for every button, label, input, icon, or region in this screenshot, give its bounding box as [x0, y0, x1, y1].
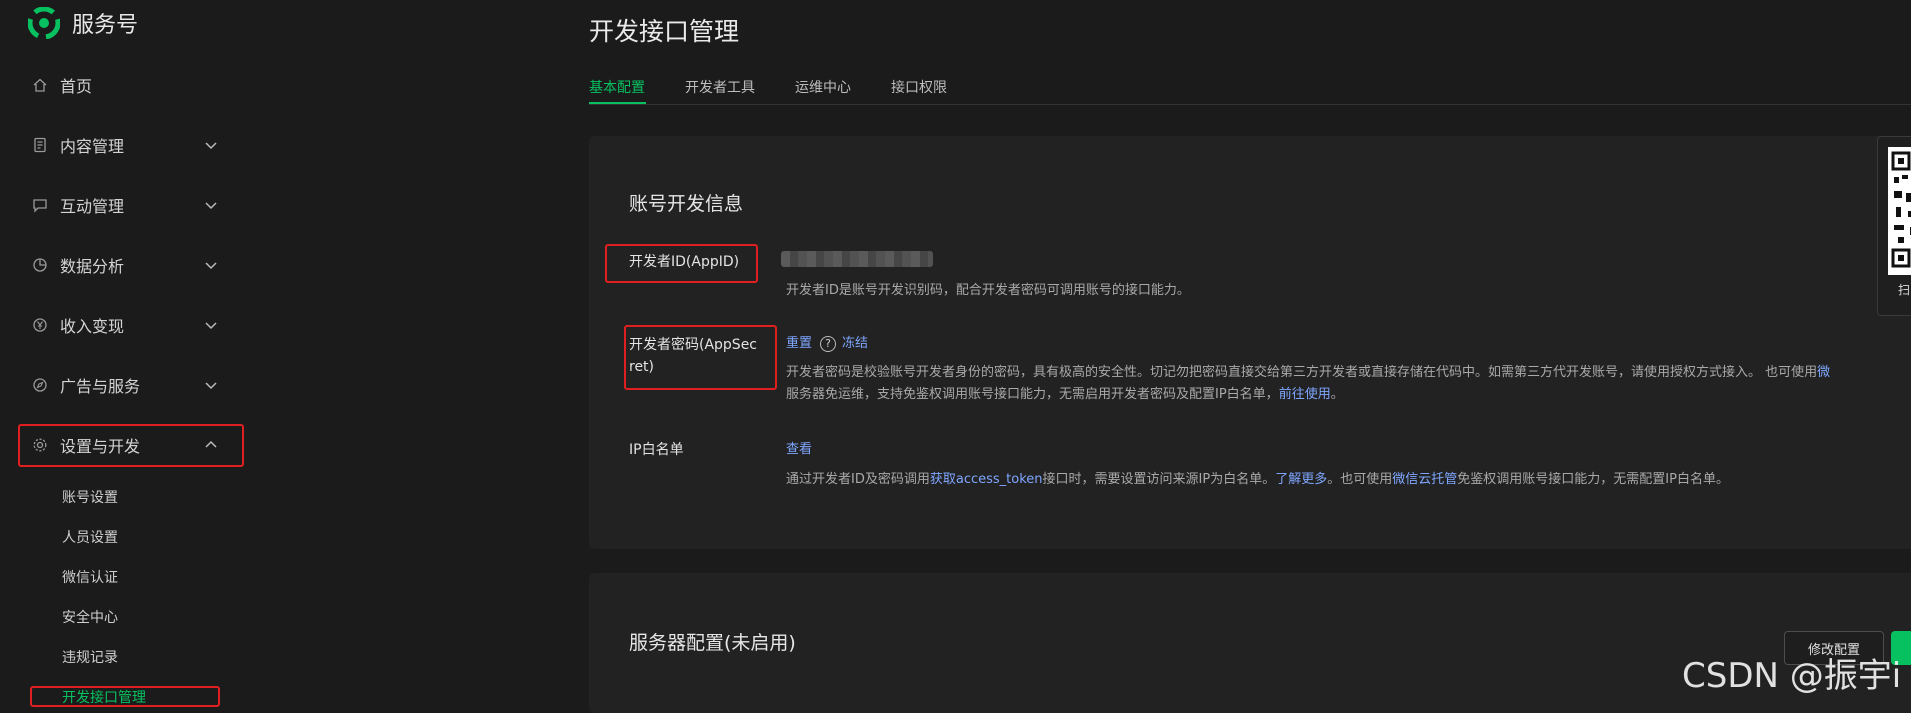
help-icon[interactable]: ?	[820, 335, 837, 352]
page-title: 开发接口管理	[589, 17, 740, 46]
sidebar-item-label: 互动管理	[60, 197, 125, 216]
get-access-token-link[interactable]: 获取access_token	[930, 472, 1043, 487]
sub-item-security-center[interactable]: 安全中心	[62, 606, 118, 630]
appsecret-label-line2: ret)	[629, 359, 655, 375]
sidebar-item-label: 内容管理	[60, 137, 125, 156]
qr-code-image	[1888, 147, 1911, 275]
ip-desc-a: 通过开发者ID及密码调用	[786, 472, 930, 487]
tab-interface-permissions[interactable]: 接口权限	[891, 77, 947, 97]
sidebar-item-home[interactable]: 首页	[18, 65, 240, 105]
compass-icon	[32, 377, 48, 393]
service-account-logo-icon	[28, 7, 60, 39]
appsecret-description-line2: 服务器免运维，支持免鉴权调用账号接口能力，无需启用开发者密码及配置IP白名单，前…	[786, 384, 1344, 406]
sidebar-item-label: 广告与服务	[60, 377, 141, 396]
sidebar-item-analytics[interactable]: 数据分析	[18, 245, 240, 285]
tab-bar: 基本配置 开发者工具 运维中心 接口权限	[589, 73, 1911, 105]
chat-icon	[32, 197, 48, 213]
brand[interactable]: 服务号	[28, 4, 138, 42]
ip-whitelist-view: 查看	[786, 439, 812, 461]
ip-desc-b: 接口时，需要设置访问来源IP为白名单。	[1042, 472, 1276, 487]
qr-code-panel[interactable]: 扫	[1877, 136, 1911, 316]
home-icon	[32, 77, 48, 93]
csdn-watermark: CSDN @振宇i	[1682, 656, 1902, 696]
freeze-secret-link[interactable]: 冻结	[842, 336, 868, 351]
dev-info-title: 账号开发信息	[629, 193, 744, 215]
sidebar-item-label: 收入变现	[60, 317, 125, 336]
qr-caption: 扫	[1898, 283, 1911, 297]
gear-icon	[32, 437, 48, 453]
sidebar-item-settings-dev[interactable]: 设置与开发	[18, 425, 240, 465]
sidebar-item-label: 数据分析	[60, 257, 125, 276]
masked-appid	[781, 251, 933, 267]
sidebar-item-content[interactable]: 内容管理	[18, 125, 240, 165]
document-icon	[32, 137, 48, 153]
cloud-hosting-link-truncated[interactable]: 微	[1817, 365, 1830, 380]
ip-desc-d: 免鉴权调用账号接口能力，无需配置IP白名单。	[1457, 472, 1729, 487]
appsecret-desc-end: 。	[1330, 387, 1344, 402]
active-tab-indicator	[589, 102, 646, 104]
go-use-link[interactable]: 前往使用	[1279, 387, 1331, 402]
yen-icon	[32, 317, 48, 333]
chevron-down-icon	[205, 382, 217, 390]
sidebar-item-label: 设置与开发	[60, 437, 141, 456]
appsecret-description-line1: 开发者密码是校验账号开发者身份的密码，具有极高的安全性。切记勿把密码直接交给第三…	[786, 362, 1830, 384]
chevron-down-icon	[205, 202, 217, 210]
wechat-cloud-hosting-link[interactable]: 微信云托管	[1392, 472, 1457, 487]
appid-label: 开发者ID(AppID)	[629, 254, 740, 270]
sub-item-member-settings[interactable]: 人员设置	[62, 526, 118, 550]
appsecret-desc-text2: 服务器免运维，支持免鉴权调用账号接口能力，无需启用开发者密码及配置IP白名单，	[786, 387, 1279, 402]
ip-whitelist-description: 通过开发者ID及密码调用获取access_token接口时，需要设置访问来源IP…	[786, 469, 1729, 491]
sub-item-wechat-verification[interactable]: 微信认证	[62, 566, 118, 590]
server-config-title: 服务器配置(未启用)	[629, 632, 796, 654]
brand-name: 服务号	[72, 13, 139, 38]
sidebar: 服务号 首页 内容管理 互动管理 数据分析 收入变现 广告与服务 设置与开发 账…	[0, 0, 560, 708]
chevron-up-icon	[205, 440, 217, 448]
dev-info-card: 账号开发信息 开发者ID(AppID) 开发者ID是账号开发识别码，配合开发者密…	[589, 136, 1911, 549]
learn-more-link[interactable]: 了解更多	[1275, 472, 1327, 487]
sub-item-dev-interface-management[interactable]: 开发接口管理	[62, 686, 146, 710]
tab-ops-center[interactable]: 运维中心	[795, 77, 851, 97]
pie-chart-icon	[32, 257, 48, 273]
sidebar-item-ads-services[interactable]: 广告与服务	[18, 365, 240, 405]
chevron-down-icon	[205, 142, 217, 150]
view-ip-whitelist-link[interactable]: 查看	[786, 442, 812, 457]
sidebar-item-label: 首页	[60, 77, 93, 96]
tab-developer-tools[interactable]: 开发者工具	[685, 77, 755, 97]
appid-value[interactable]	[781, 251, 933, 275]
chevron-down-icon	[205, 262, 217, 270]
reset-secret-link[interactable]: 重置	[786, 336, 812, 351]
sub-item-violation-records[interactable]: 违规记录	[62, 646, 118, 670]
appsecret-label-line1: 开发者密码(AppSec	[629, 337, 758, 353]
appsecret-desc-text: 开发者密码是校验账号开发者身份的密码，具有极高的安全性。切记勿把密码直接交给第三…	[786, 365, 1818, 380]
sidebar-item-interaction[interactable]: 互动管理	[18, 185, 240, 225]
chevron-down-icon	[205, 322, 217, 330]
appsecret-actions: 重置? 冻结	[786, 333, 868, 355]
ip-whitelist-label: IP白名单	[629, 442, 684, 458]
ip-desc-c: 。也可使用	[1327, 472, 1393, 487]
sub-item-account-settings[interactable]: 账号设置	[62, 486, 118, 510]
tab-basic-config[interactable]: 基本配置	[589, 77, 645, 97]
sidebar-item-monetization[interactable]: 收入变现	[18, 305, 240, 345]
appid-description: 开发者ID是账号开发识别码，配合开发者密码可调用账号的接口能力。	[786, 283, 1190, 298]
